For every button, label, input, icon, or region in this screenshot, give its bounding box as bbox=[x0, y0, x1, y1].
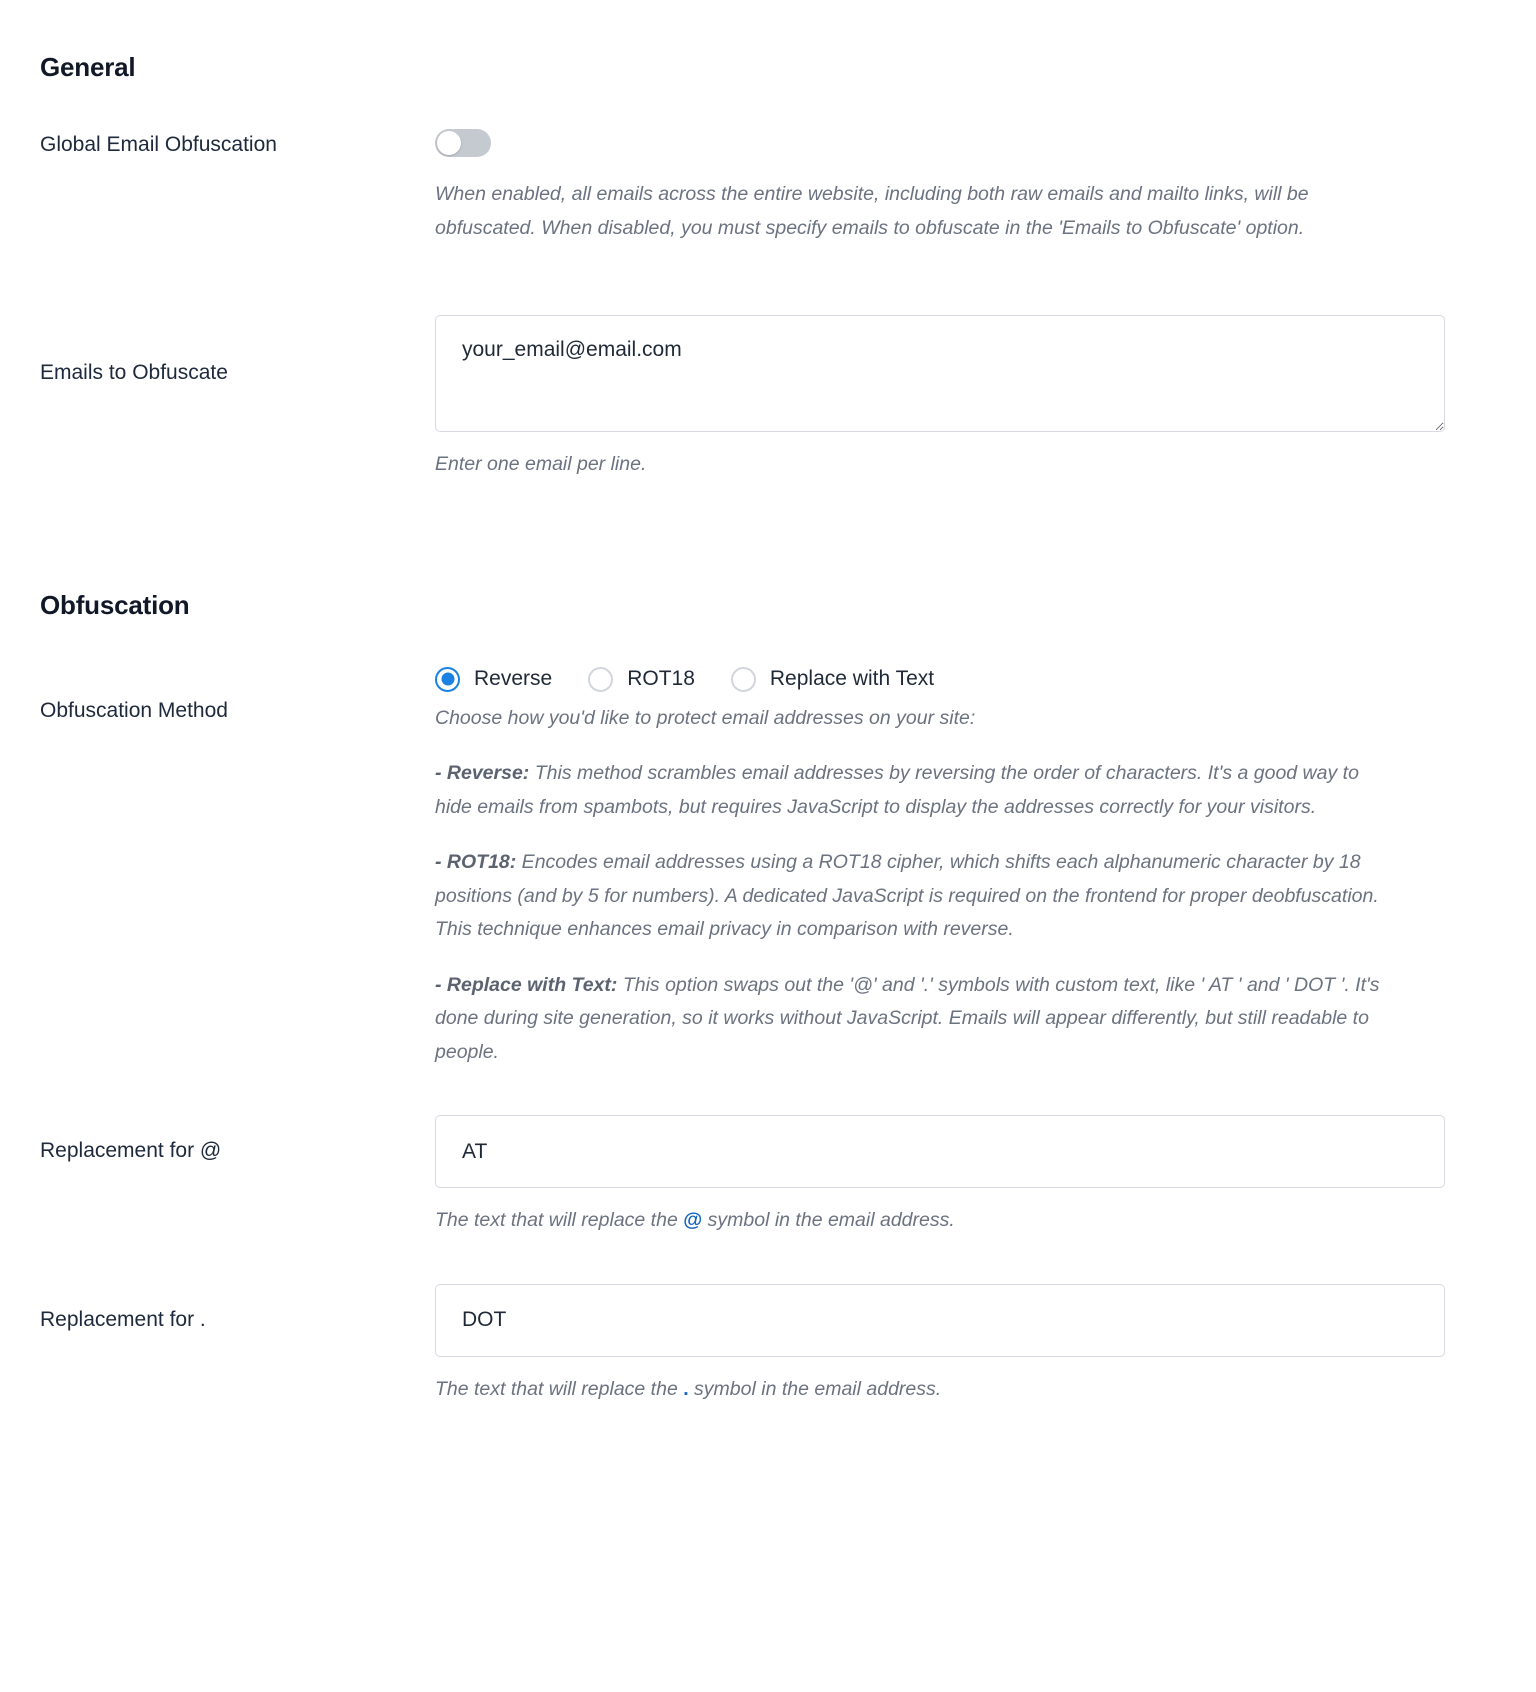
radio-option-replace-with-text[interactable]: Replace with Text bbox=[730, 666, 935, 692]
radio-circle-rot18 bbox=[588, 666, 614, 692]
replacement-at-input[interactable] bbox=[435, 1115, 1445, 1189]
at-symbol-icon: @ bbox=[683, 1209, 703, 1232]
emails-to-obfuscate-textarea[interactable] bbox=[435, 315, 1445, 433]
radio-label-reverse: Reverse bbox=[474, 667, 553, 691]
settings-page: General Global Email Obfuscation When en… bbox=[0, 0, 1536, 1476]
field-row-global-email-obfuscation: Global Email Obfuscation When enabled, a… bbox=[0, 129, 1536, 245]
label-replacement-dot: Replacement for . bbox=[40, 1307, 206, 1331]
label-emails-to-obfuscate: Emails to Obfuscate bbox=[40, 361, 228, 385]
radio-option-reverse[interactable]: Reverse bbox=[435, 666, 553, 692]
toggle-knob bbox=[437, 131, 461, 155]
obfuscation-method-intro: Choose how you'd like to protect email a… bbox=[435, 706, 976, 729]
detail-term-rot18: - ROT18: bbox=[435, 851, 517, 874]
label-replacement-at: Replacement for @ bbox=[40, 1139, 222, 1163]
replacement-dot-input[interactable] bbox=[435, 1283, 1445, 1357]
label-global-email-obfuscation: Global Email Obfuscation bbox=[40, 133, 277, 156]
radio-circle-replace-with-text bbox=[730, 666, 756, 692]
global-email-obfuscation-toggle[interactable] bbox=[435, 129, 491, 157]
obfuscation-method-detail-reverse: - Reverse: This method scrambles email a… bbox=[435, 757, 1395, 824]
obfuscation-method-detail-rot18: - ROT18: Encodes email addresses using a… bbox=[435, 846, 1395, 947]
detail-term-replace-with-text: - Replace with Text: bbox=[435, 973, 618, 996]
replacement-dot-help-before: The text that will replace the bbox=[435, 1377, 684, 1400]
field-row-replacement-dot: Replacement for . The text that will rep… bbox=[0, 1283, 1536, 1407]
radio-label-rot18: ROT18 bbox=[627, 667, 695, 691]
field-row-replacement-at: Replacement for @ The text that will rep… bbox=[0, 1115, 1536, 1238]
detail-text-rot18: Encodes email addresses using a ROT18 ci… bbox=[435, 851, 1379, 941]
replacement-at-help: The text that will replace the @ symbol … bbox=[435, 1204, 1375, 1238]
replacement-dot-help-after: symbol in the email address. bbox=[688, 1377, 942, 1400]
global-email-obfuscation-description: When enabled, all emails across the enti… bbox=[435, 183, 1309, 239]
detail-term-reverse: - Reverse: bbox=[435, 762, 530, 785]
section-heading-obfuscation: Obfuscation bbox=[40, 589, 190, 620]
label-obfuscation-method: Obfuscation Method bbox=[40, 698, 228, 722]
field-row-obfuscation-method: Obfuscation Method Reverse ROT18 Replace… bbox=[0, 666, 1536, 1070]
detail-text-reverse: This method scrambles email addresses by… bbox=[435, 762, 1359, 818]
obfuscation-method-detail-replace-with-text: - Replace with Text: This option swaps o… bbox=[435, 969, 1395, 1070]
replacement-dot-help: The text that will replace the . symbol … bbox=[435, 1373, 1375, 1407]
field-row-emails-to-obfuscate: Emails to Obfuscate Enter one email per … bbox=[0, 315, 1536, 482]
replacement-at-help-before: The text that will replace the bbox=[435, 1209, 684, 1232]
emails-to-obfuscate-help: Enter one email per line. bbox=[435, 453, 647, 476]
replacement-at-help-after: symbol in the email address. bbox=[702, 1209, 955, 1232]
obfuscation-method-radio-group: Reverse ROT18 Replace with Text bbox=[435, 666, 1478, 692]
radio-circle-reverse bbox=[435, 666, 460, 692]
radio-option-rot18[interactable]: ROT18 bbox=[588, 666, 695, 692]
section-heading-general: General bbox=[40, 52, 136, 82]
radio-label-replace-with-text: Replace with Text bbox=[769, 667, 935, 691]
